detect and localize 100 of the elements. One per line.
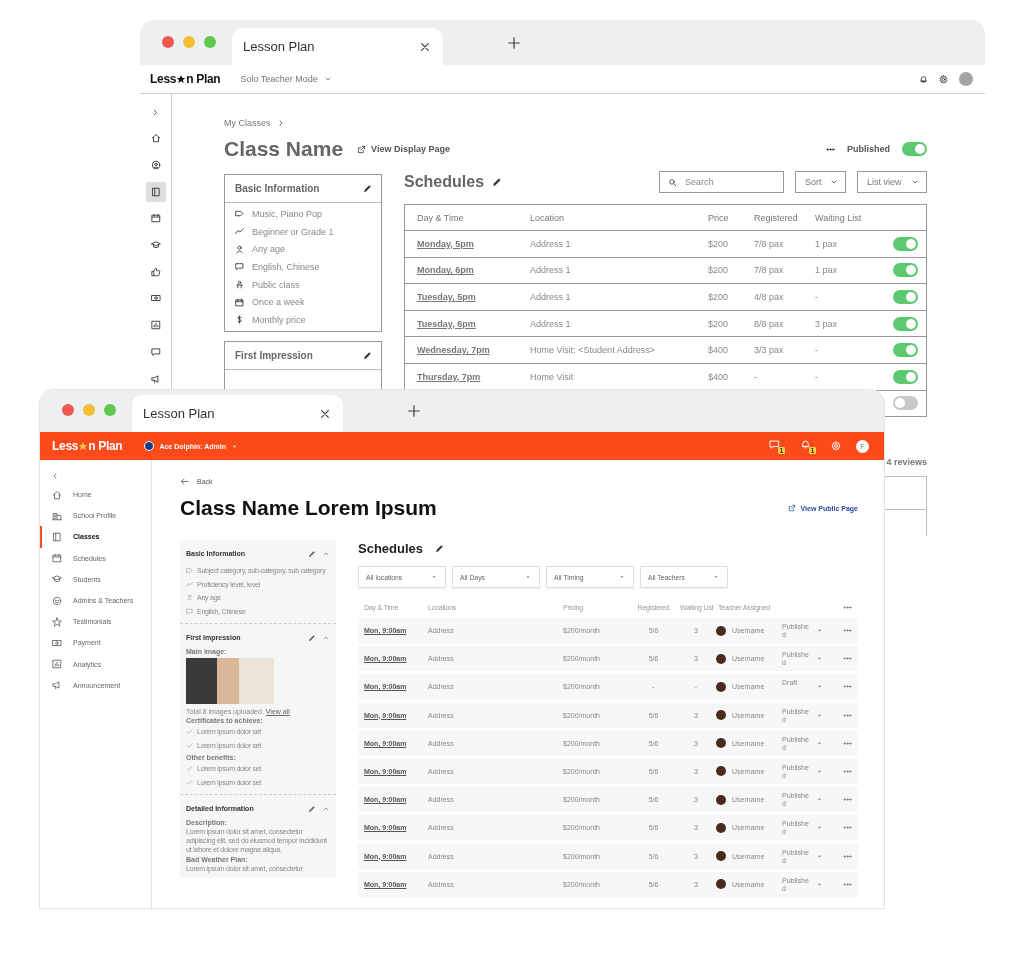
close-tab-button[interactable] (319, 407, 331, 420)
school-badge-icon (144, 441, 155, 451)
pencil-icon (363, 184, 372, 193)
chevron-left-icon (51, 472, 59, 480)
table-cell-text: 1 pax (814, 238, 839, 249)
edit-button[interactable] (363, 350, 372, 360)
pencil-icon (363, 350, 372, 360)
table-cell-text: Home Visit (529, 371, 575, 382)
megaphone-icon (52, 680, 62, 691)
schedule-link[interactable]: Thursday, 7pm (405, 371, 518, 382)
calendar-icon (235, 297, 244, 307)
table-cell-text: - (753, 371, 758, 382)
toggle-switch[interactable] (893, 290, 918, 304)
window-control-dot[interactable] (83, 404, 95, 416)
toggle-switch[interactable] (893, 316, 918, 331)
chat-icon (235, 262, 244, 272)
schedule-link[interactable]: Monday, 5pm (405, 238, 518, 249)
bar-chart-icon (52, 659, 62, 670)
external-link-icon (357, 144, 367, 154)
bar-chart-icon (150, 320, 161, 331)
table-cell-text: 7/8 pax (753, 265, 785, 276)
arrow-left-icon (180, 477, 189, 486)
browser-tab[interactable]: Lesson Plan (232, 28, 443, 65)
caret-down-icon (816, 655, 823, 663)
calendar-icon (52, 553, 62, 564)
sidebar-item[interactable] (145, 181, 166, 202)
plus-icon (407, 404, 421, 418)
toggle-switch[interactable] (893, 263, 918, 278)
pencil-icon (308, 633, 316, 642)
schedule-link[interactable]: Wednesday, 7pm (405, 345, 518, 356)
star-icon (52, 616, 62, 627)
column-header: Price (707, 212, 730, 223)
window-control-dot[interactable] (104, 404, 116, 416)
toggle-switch[interactable] (893, 343, 918, 358)
bell-icon (800, 438, 811, 450)
browser-tab[interactable]: Lesson Plan (132, 395, 343, 432)
schedule-link[interactable]: Monday, 6pm (405, 265, 518, 276)
home-icon (52, 489, 62, 500)
edit-button[interactable] (492, 177, 503, 187)
toggle-switch[interactable] (902, 142, 927, 156)
chevron-down-icon (323, 75, 332, 83)
schedule-link[interactable]: Tuesday, 6pm (405, 318, 518, 329)
edit-button[interactable] (363, 184, 372, 193)
view-display-page-link[interactable]: View Display Page (357, 144, 450, 154)
notifications-button[interactable] (919, 74, 928, 84)
chevron-right-icon (151, 107, 160, 117)
settings-button[interactable] (939, 74, 948, 84)
table-cell-text: 8/8 pax (753, 318, 785, 329)
new-tab-button[interactable] (507, 35, 521, 50)
page-title: Class Name Lorem Ipsum (180, 496, 437, 520)
chat-icon (769, 438, 780, 450)
thumbs-up-icon (150, 266, 161, 277)
book-icon (150, 186, 161, 197)
star-icon (176, 74, 187, 84)
info-text: Any age (252, 244, 286, 255)
person-icon (235, 244, 244, 254)
window-control-dot[interactable] (62, 404, 74, 416)
graduation-cap-icon (150, 240, 161, 251)
info-text: English, Chinese (252, 261, 320, 272)
pencil-icon (492, 177, 503, 187)
info-text: Music, Piano Pop (252, 208, 323, 219)
pencil-icon (308, 804, 316, 813)
caret-down-icon (525, 574, 531, 580)
toggle-switch[interactable] (893, 369, 918, 384)
logo-text: Less (52, 439, 79, 453)
window-control-dot[interactable] (204, 35, 216, 48)
table-cell-text: $200 (707, 265, 730, 276)
avatar (716, 738, 726, 749)
pencil-icon (308, 549, 316, 558)
column-header: Location (529, 212, 566, 223)
toggle-switch[interactable] (893, 396, 918, 411)
info-text: Monthly price (252, 314, 306, 325)
graduation-cap-icon (52, 574, 62, 585)
sort-dropdown[interactable]: Sort (795, 171, 846, 193)
window-control-dot[interactable] (162, 35, 174, 48)
pencil-icon (435, 543, 445, 553)
edit-button[interactable] (435, 543, 445, 553)
more-icon (843, 626, 852, 635)
close-icon (319, 407, 331, 420)
mode-dropdown[interactable]: Solo Teacher Mode (240, 74, 332, 84)
new-tab-button[interactable] (407, 404, 421, 418)
avatar[interactable] (959, 72, 973, 86)
view-dropdown[interactable]: List view (857, 171, 927, 193)
breadcrumb-link[interactable]: My Classes (224, 118, 271, 128)
toggle-switch[interactable] (893, 236, 918, 251)
logo-text: n Plan (88, 439, 123, 453)
chevron-down-icon (911, 178, 919, 186)
table-cell-text: 3 pax (814, 318, 839, 329)
close-tab-button[interactable] (419, 40, 431, 53)
schedule-link[interactable]: Tuesday, 5pm (405, 292, 518, 302)
table-cell-text: - (814, 371, 819, 382)
building-icon (52, 510, 62, 521)
info-text: Beginner or Grade 1 (252, 226, 334, 237)
window-control-dot[interactable] (183, 35, 195, 48)
caret-down-icon (431, 574, 437, 580)
table-cell-text: 1 pax (814, 265, 839, 276)
info-text: Once a week (252, 297, 305, 308)
avatar (716, 710, 726, 721)
search-field[interactable]: Search (659, 171, 784, 193)
table-cell-text: $200 (707, 318, 730, 329)
